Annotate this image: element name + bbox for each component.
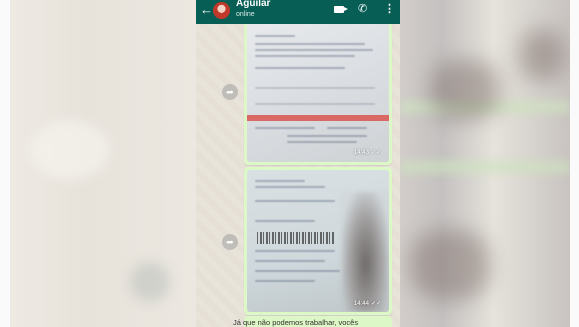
double-check-icon: ✓✓ — [370, 150, 381, 156]
photo-shadow — [342, 192, 389, 312]
frame-border-right — [570, 0, 579, 327]
phone-call-icon[interactable]: ✆ — [358, 3, 367, 15]
forward-icon[interactable]: ➦ — [222, 84, 238, 100]
forward-icon[interactable]: ➦ — [222, 234, 238, 250]
avatar[interactable] — [213, 2, 230, 19]
chat-screen: ← Aguilar online ✆ ⋮ ➦ 14:43 ✓✓ ➦ 14:44 … — [196, 0, 400, 327]
double-check-icon: ✓✓ — [370, 301, 381, 307]
arrow-left-icon[interactable]: ← — [200, 3, 213, 17]
image-message[interactable]: 14:44 ✓✓ — [244, 167, 392, 315]
frame-border-left — [0, 0, 10, 327]
message-text: Já que não podemos trabalhar, vocês — [233, 318, 359, 327]
barcode — [257, 232, 335, 244]
image-message[interactable]: 14:43 ✓✓ — [244, 14, 392, 165]
contact-name[interactable]: Aguilar — [236, 0, 270, 9]
video-frame: ← Aguilar online ✆ ⋮ ➦ 14:43 ✓✓ ➦ 14:44 … — [0, 0, 579, 327]
message-time: 14:43 ✓✓ — [353, 150, 381, 156]
chat-header: ← Aguilar online ✆ ⋮ — [196, 0, 400, 24]
document-photo[interactable]: 14:43 ✓✓ — [247, 17, 389, 162]
video-call-icon[interactable] — [334, 6, 348, 13]
more-vert-icon[interactable]: ⋮ — [384, 3, 395, 15]
blurred-background-left — [10, 0, 196, 327]
contact-status: online — [236, 11, 255, 18]
document-photo[interactable]: 14:44 ✓✓ — [247, 170, 389, 312]
message-time: 14:44 ✓✓ — [353, 301, 381, 307]
blurred-background-right — [400, 0, 570, 327]
document-red-bar — [247, 115, 389, 121]
